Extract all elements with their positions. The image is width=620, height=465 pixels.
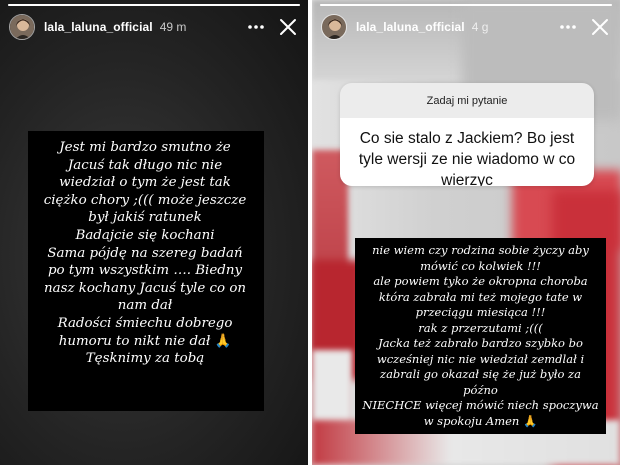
- story-progress-fill: [320, 4, 612, 6]
- story-progress-bar: [8, 4, 300, 6]
- praying-hands-icon: 🙏: [214, 333, 232, 349]
- text-line: zabrali go okazał się że już było za póź…: [380, 367, 581, 397]
- answer-text-box: nie wiem czy rodzina sobie życzy aby mów…: [355, 238, 606, 434]
- text-line: przeciągu miesiąca !!!: [415, 305, 546, 319]
- text-line: mówić co kolwiek !!!: [420, 258, 541, 273]
- text-line: Tęsknimy za tobą: [85, 351, 205, 367]
- story-panel-left[interactable]: lala_laluna_official 49 m Jest mi bardzo…: [0, 0, 308, 465]
- text-line: wcześniej nic nie wiedział zemdlał i: [376, 351, 585, 366]
- text-line: ale powiem tyko że okropna choroba: [373, 274, 588, 288]
- text-line: rak z przerzutami ;(((: [418, 320, 543, 335]
- avatar[interactable]: [321, 14, 347, 40]
- text-line: która zabrała mi też mojego tate w: [378, 289, 583, 304]
- story-progress-fill: [8, 4, 300, 6]
- username[interactable]: lala_laluna_official: [44, 20, 153, 34]
- text-line: humoru to nikt nie dał: [58, 333, 211, 349]
- text-line: nam dał: [117, 298, 173, 314]
- story-text: Jest mi bardzo smutno że Jacuś tak długo…: [36, 139, 254, 368]
- question-header: Zadaj mi pytanie: [340, 83, 594, 118]
- story-progress-bar: [320, 4, 612, 6]
- text-line: w spokoju Amen: [423, 413, 520, 428]
- text-line: wiedział o tym że jest tak: [59, 175, 231, 191]
- story-time: 49 m: [159, 20, 187, 34]
- story-header: lala_laluna_official 49 m: [9, 12, 299, 42]
- text-line: NIECHCE więcej mówić niech spoczywa: [362, 398, 599, 412]
- answer-text: nie wiem czy rodzina sobie życzy aby mów…: [361, 243, 600, 429]
- text-line: był jakiś ratunek: [88, 210, 202, 226]
- text-line: nie wiem czy rodzina sobie życzy aby: [372, 243, 589, 257]
- text-line: Jacka też zabrało bardzo szybko bo: [378, 336, 583, 350]
- story-header: lala_laluna_official 4 g: [321, 12, 611, 42]
- more-horizontal-icon[interactable]: [557, 16, 579, 38]
- close-icon[interactable]: [277, 16, 299, 38]
- praying-hands-icon: 🙏: [522, 413, 538, 428]
- text-line: Radości śmiechu dobrego: [57, 315, 233, 331]
- username[interactable]: lala_laluna_official: [356, 20, 465, 34]
- text-line: ciężko chory ;((( może jeszcze: [43, 192, 247, 208]
- text-line: Jest mi bardzo smutno że: [59, 140, 231, 155]
- question-text: Co sie stalo z Jackiem? Bo jest tyle wer…: [340, 118, 594, 186]
- text-line: Sama pójdę na szereg badań: [47, 245, 243, 261]
- more-horizontal-icon[interactable]: [245, 16, 267, 38]
- text-line: Jacuś tak długo nic nie: [67, 157, 223, 173]
- avatar[interactable]: [9, 14, 35, 40]
- text-line: po tym wszystkim …. Biedny: [47, 263, 243, 279]
- text-line: nasz kochany Jacuś tyle co on: [43, 280, 247, 296]
- question-sticker[interactable]: Zadaj mi pytanie Co sie stalo z Jackiem?…: [340, 83, 594, 186]
- text-line: Badajcie się kochani: [75, 227, 215, 243]
- story-text-box: Jest mi bardzo smutno że Jacuś tak długo…: [28, 131, 264, 411]
- story-time: 4 g: [471, 20, 489, 34]
- close-icon[interactable]: [589, 16, 611, 38]
- story-panel-right[interactable]: lala_laluna_official 4 g Zadaj mi pytani…: [312, 0, 620, 465]
